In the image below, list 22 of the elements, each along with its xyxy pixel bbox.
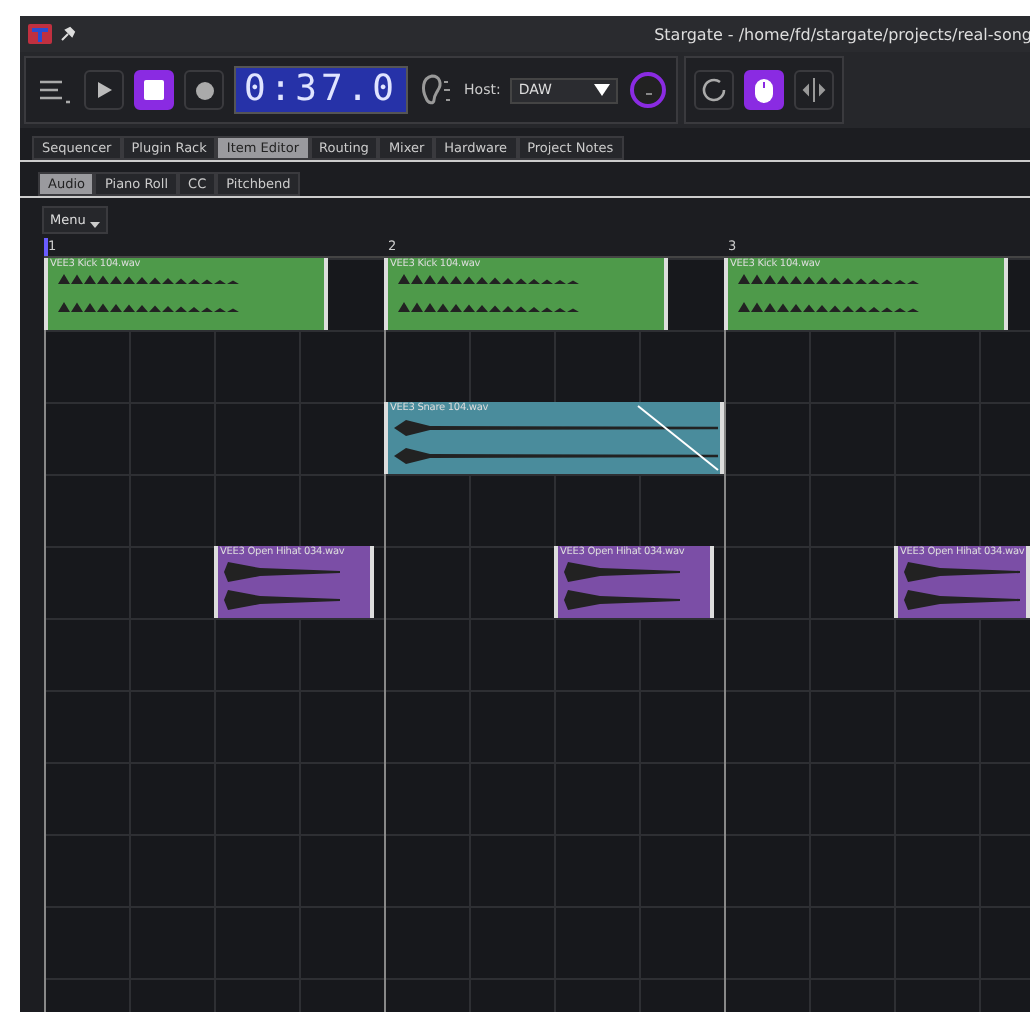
play-icon [94,80,114,100]
app-logo-icon [28,24,52,44]
stop-button[interactable] [134,70,174,110]
record-button[interactable] [184,70,224,110]
caret-icon [89,222,100,228]
mouse-tool-button[interactable] [744,70,785,110]
mouse-icon [754,77,775,103]
stop-icon [144,80,164,100]
waveform-drawing [900,560,1024,612]
dropdown-arrow-icon [594,84,611,96]
loop-icon [702,78,727,102]
play-button[interactable] [84,70,124,110]
fade-line[interactable] [636,404,720,472]
split-tool-button[interactable] [794,70,835,110]
playhead-marker[interactable] [44,238,48,256]
knob-icon[interactable] [628,70,669,110]
split-icon [802,78,827,102]
record-icon [195,81,213,99]
ear-icon[interactable] [418,70,455,110]
window-title: Stargate - /home/fd/stargate/projects/real-song [654,25,1030,43]
loop-button[interactable] [694,70,735,110]
time-display: 0:37.0 [234,66,409,114]
